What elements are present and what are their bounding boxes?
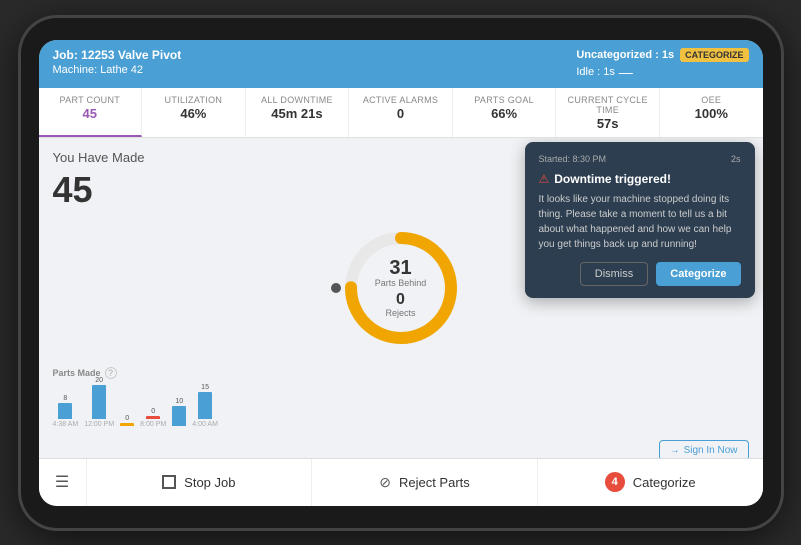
bar-time-3: 8:00 PM — [140, 421, 166, 428]
stat-utilization[interactable]: Utilization 46% — [142, 88, 246, 137]
stat-value-6: 100% — [668, 106, 755, 121]
reject-parts-label: Reject Parts — [399, 475, 470, 490]
bar-3 — [146, 416, 160, 419]
main-content: You Have Made 45 31 Parts — [39, 138, 763, 458]
donut-center: 31 Parts Behind 0 Rejects — [375, 258, 427, 318]
donut-chart: 31 Parts Behind 0 Rejects — [336, 223, 466, 353]
uncategorized-text: Uncategorized : 1s — [576, 49, 674, 61]
menu-button[interactable]: ☰ — [39, 459, 87, 506]
job-title: Job: 12253 Valve Pivot — [53, 48, 182, 62]
tablet-screen: Job: 12253 Valve Pivot Machine: Lathe 42… — [39, 40, 763, 506]
stat-label-5: Current Cycle Time — [564, 95, 651, 115]
bar-5 — [198, 392, 212, 419]
popup-categorize-button[interactable]: Categorize — [656, 262, 740, 286]
sign-in-button[interactable]: → Sign In Now — [659, 440, 749, 458]
stat-label-4: Parts Goal — [461, 95, 548, 105]
bar-2 — [120, 423, 134, 426]
bottom-toolbar: ☰ Stop Job ⊘ Reject Parts 4 Categorize — [39, 458, 763, 506]
stat-value-1: 46% — [150, 106, 237, 121]
bar-4 — [172, 406, 186, 426]
downtime-popup: Started: 8:30 PM 2s ⚠ Downtime triggered… — [525, 142, 755, 298]
parts-behind-num: 31 — [375, 258, 427, 278]
bar-time-1: 12:00 PM — [84, 421, 114, 428]
content-area: You Have Made 45 31 Parts — [39, 138, 763, 440]
stat-value-2: 45m 21s — [254, 106, 341, 121]
rejects-num: 0 — [375, 292, 427, 308]
header-bar: Job: 12253 Valve Pivot Machine: Lathe 42… — [39, 40, 763, 88]
popup-header: Started: 8:30 PM 2s — [539, 154, 741, 164]
categorize-button[interactable]: 4 Categorize — [538, 459, 763, 506]
idle-dash-icon[interactable]: — — [619, 64, 633, 80]
bar-group-5: 15 4:00 AM — [192, 384, 218, 428]
bar-1 — [92, 385, 106, 419]
header-right: Uncategorized : 1s CATEGORIZE Idle : 1s … — [576, 48, 748, 80]
stop-job-icon — [162, 475, 176, 489]
dismiss-button[interactable]: Dismiss — [580, 262, 649, 286]
bar-time-5: 4:00 AM — [192, 421, 218, 428]
idle-text: Idle : 1s — [576, 66, 615, 78]
stat-label-2: All Downtime — [254, 95, 341, 105]
stat-oee[interactable]: OEE 100% — [660, 88, 763, 137]
stat-value-4: 66% — [461, 106, 548, 121]
hamburger-icon: ☰ — [55, 472, 69, 492]
stat-part-count[interactable]: Part Count 45 — [39, 88, 143, 137]
sign-in-row: → Sign In Now — [39, 440, 763, 458]
stat-label-6: OEE — [668, 95, 755, 105]
categorize-label: Categorize — [633, 475, 696, 490]
idle-row: Idle : 1s — — [576, 64, 748, 80]
popup-title: Downtime triggered! — [554, 172, 671, 186]
bar-time-0: 4:38 AM — [53, 421, 79, 428]
machine-name: Machine: Lathe 42 — [53, 64, 182, 76]
bar-group-1: 20 12:00 PM — [84, 377, 114, 428]
bar-val-5: 15 — [201, 384, 209, 391]
categorize-count-badge: 4 — [605, 472, 625, 492]
sign-in-label: Sign In Now — [684, 445, 738, 456]
stat-label-1: Utilization — [150, 95, 237, 105]
tablet-frame: Job: 12253 Valve Pivot Machine: Lathe 42… — [21, 18, 781, 528]
stats-bar: Part Count 45 Utilization 46% All Downti… — [39, 88, 763, 138]
popup-title-row: ⚠ Downtime triggered! — [539, 172, 741, 186]
stat-value-5: 57s — [564, 116, 651, 131]
bar-group-3: 0 8:00 PM — [140, 408, 166, 428]
bar-0 — [58, 403, 72, 419]
stop-job-label: Stop Job — [184, 475, 235, 490]
sign-in-icon: → — [670, 445, 680, 456]
bar-val-1: 20 — [95, 377, 103, 384]
stat-label-0: Part Count — [47, 95, 134, 105]
popup-buttons: Dismiss Categorize — [539, 262, 741, 286]
categorize-badge[interactable]: CATEGORIZE — [680, 48, 748, 62]
bar-group-2: 0 — [120, 415, 134, 428]
donut-indicator-dot — [331, 283, 341, 293]
bar-group-4: 10 — [172, 398, 186, 428]
popup-body: It looks like your machine stopped doing… — [539, 192, 741, 252]
header-left: Job: 12253 Valve Pivot Machine: Lathe 42 — [53, 48, 182, 76]
stat-cycle-time[interactable]: Current Cycle Time 57s — [556, 88, 660, 137]
popup-started: Started: 8:30 PM — [539, 154, 607, 164]
stat-active-alarms[interactable]: Active Alarms 0 — [349, 88, 453, 137]
chart-title-row: Parts Made ? — [53, 367, 749, 379]
stat-parts-goal[interactable]: Parts Goal 66% — [453, 88, 557, 137]
bar-val-4: 10 — [175, 398, 183, 405]
parts-behind-label: Parts Behind — [375, 278, 427, 288]
warning-icon: ⚠ — [539, 172, 550, 186]
stat-value-0: 45 — [47, 106, 134, 121]
bar-val-3: 0 — [151, 408, 155, 415]
stat-all-downtime[interactable]: All Downtime 45m 21s — [246, 88, 350, 137]
bar-val-2: 0 — [125, 415, 129, 422]
reject-parts-button[interactable]: ⊘ Reject Parts — [312, 459, 538, 506]
rejects-label: Rejects — [375, 308, 427, 318]
small-chart-section: Parts Made ? 8 4:38 AM 20 — [53, 367, 749, 428]
reject-parts-icon: ⊘ — [379, 474, 391, 491]
stop-job-button[interactable]: Stop Job — [87, 459, 313, 506]
popup-seconds: 2s — [731, 154, 741, 164]
stat-label-3: Active Alarms — [357, 95, 444, 105]
bar-chart: 8 4:38 AM 20 12:00 PM 0 — [53, 383, 749, 428]
bar-group-0: 8 4:38 AM — [53, 395, 79, 428]
stat-value-3: 0 — [357, 106, 444, 121]
bar-val-0: 8 — [63, 395, 67, 402]
uncategorized-row: Uncategorized : 1s CATEGORIZE — [576, 48, 748, 62]
